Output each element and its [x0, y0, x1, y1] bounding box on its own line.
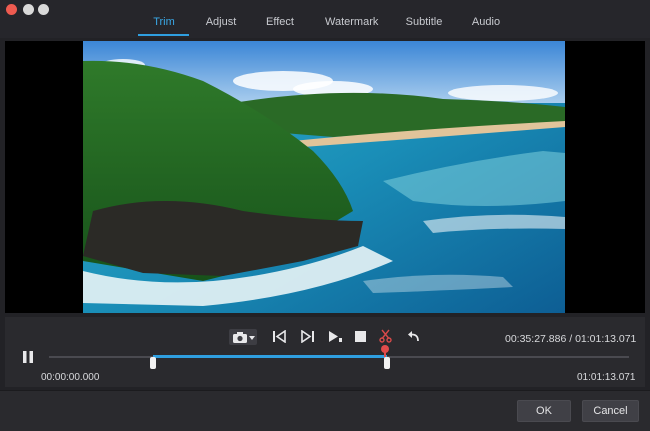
tab-trim[interactable]: Trim [152, 16, 176, 28]
tab-audio[interactable]: Audio [471, 16, 501, 28]
step-back-icon[interactable] [272, 330, 287, 343]
camera-icon [233, 332, 247, 343]
tab-subtitle[interactable]: Subtitle [404, 16, 444, 28]
active-tab-indicator [138, 34, 189, 36]
chevron-down-icon [249, 336, 255, 340]
undo-icon[interactable] [407, 330, 420, 342]
snapshot-button[interactable] [229, 329, 257, 345]
trim-controls-panel: 00:35:27.886 / 01:01:13.071 00:00:00.000… [5, 317, 645, 387]
cut-icon[interactable] [379, 329, 392, 343]
trim-end-handle[interactable] [384, 357, 390, 369]
trim-selection [153, 355, 387, 358]
total-time: 01:01:13.071 [575, 333, 637, 345]
playhead[interactable] [381, 345, 390, 357]
clip-start-time: 00:00:00.000 [41, 372, 100, 383]
play-frame-icon[interactable] [328, 330, 343, 343]
trim-start-handle[interactable] [150, 357, 156, 369]
video-preview-area [5, 41, 645, 313]
window-maximize-button[interactable] [38, 4, 49, 15]
pause-button[interactable] [22, 351, 34, 363]
window-titlebar: Trim Adjust Effect Watermark Subtitle Au… [0, 0, 650, 38]
cancel-button[interactable]: Cancel [582, 400, 639, 422]
stop-icon[interactable] [355, 331, 366, 342]
time-readout: 00:35:27.886 / 01:01:13.071 [505, 333, 636, 345]
video-frame[interactable] [83, 41, 565, 313]
clip-end-time: 01:01:13.071 [577, 372, 636, 383]
ok-button[interactable]: OK [517, 400, 571, 422]
window-minimize-button[interactable] [23, 4, 34, 15]
tab-watermark[interactable]: Watermark [325, 16, 378, 28]
time-separator: / [566, 333, 576, 345]
tab-effect[interactable]: Effect [264, 16, 296, 28]
tab-adjust[interactable]: Adjust [205, 16, 237, 28]
step-forward-icon[interactable] [300, 330, 315, 343]
dialog-footer: OK Cancel [0, 390, 650, 431]
window-close-button[interactable] [6, 4, 17, 15]
current-time: 00:35:27.886 [505, 333, 567, 345]
